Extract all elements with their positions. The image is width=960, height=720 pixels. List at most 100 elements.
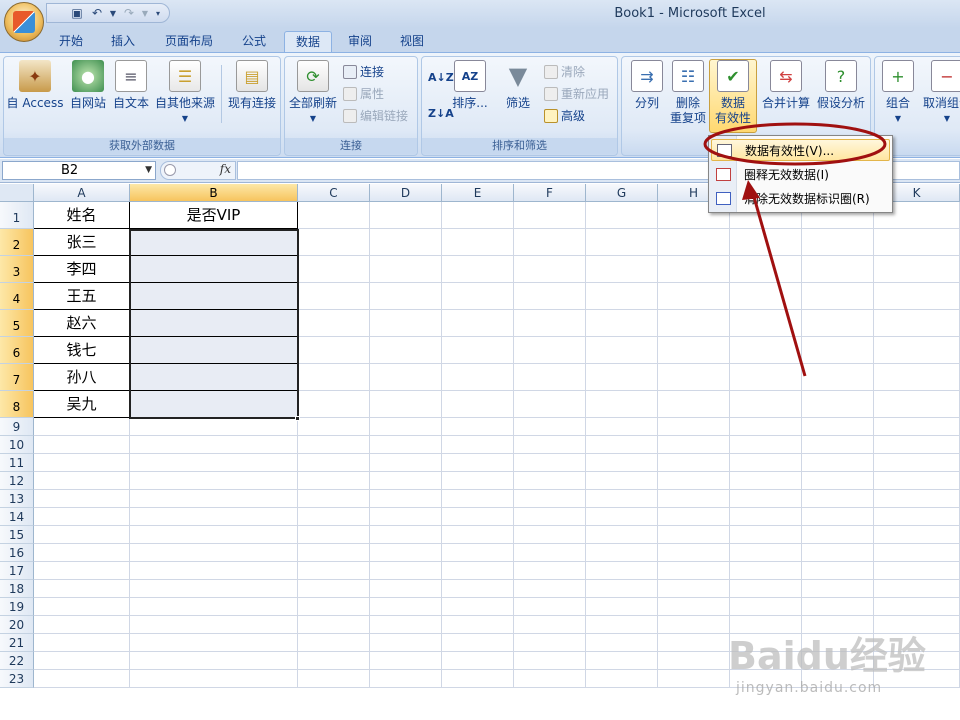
cell-f23[interactable] <box>514 670 586 688</box>
cell-i17[interactable] <box>730 562 802 580</box>
fill-handle[interactable] <box>295 416 300 421</box>
cell-h10[interactable] <box>658 436 730 454</box>
cell-b6[interactable] <box>130 337 298 364</box>
cell-a21[interactable] <box>34 634 130 652</box>
cell-e2[interactable] <box>442 229 514 256</box>
cell-b1[interactable]: 是否VIP <box>130 202 298 229</box>
column-header-b[interactable]: B <box>130 184 298 202</box>
cell-j3[interactable] <box>802 256 874 283</box>
cell-d16[interactable] <box>370 544 442 562</box>
from-text-button[interactable]: ≡ 自文本 <box>110 60 152 111</box>
cell-i11[interactable] <box>730 454 802 472</box>
cell-h7[interactable] <box>658 364 730 391</box>
cell-b23[interactable] <box>130 670 298 688</box>
cell-j7[interactable] <box>802 364 874 391</box>
cell-h12[interactable] <box>658 472 730 490</box>
cell-e17[interactable] <box>442 562 514 580</box>
cell-j17[interactable] <box>802 562 874 580</box>
cell-c2[interactable] <box>298 229 370 256</box>
cell-a16[interactable] <box>34 544 130 562</box>
cell-d13[interactable] <box>370 490 442 508</box>
connections-button[interactable]: 连接 <box>343 63 384 80</box>
cell-h3[interactable] <box>658 256 730 283</box>
cell-k7[interactable] <box>874 364 960 391</box>
cell-c7[interactable] <box>298 364 370 391</box>
cell-e6[interactable] <box>442 337 514 364</box>
cell-h15[interactable] <box>658 526 730 544</box>
cell-c14[interactable] <box>298 508 370 526</box>
ungroup-button[interactable]: − 取消组合 ▼ <box>919 60 960 126</box>
cell-d8[interactable] <box>370 391 442 418</box>
cell-e16[interactable] <box>442 544 514 562</box>
cell-c1[interactable] <box>298 202 370 229</box>
cell-d2[interactable] <box>370 229 442 256</box>
cell-g18[interactable] <box>586 580 658 598</box>
row-header-9[interactable]: 9 <box>0 418 34 436</box>
cell-j19[interactable] <box>802 598 874 616</box>
cell-e11[interactable] <box>442 454 514 472</box>
insert-function-button[interactable]: fx <box>220 162 231 176</box>
cell-c20[interactable] <box>298 616 370 634</box>
cell-j16[interactable] <box>802 544 874 562</box>
cell-h11[interactable] <box>658 454 730 472</box>
name-box[interactable]: B2 ▼ <box>2 161 156 180</box>
cell-e12[interactable] <box>442 472 514 490</box>
cancel-icon[interactable] <box>164 164 176 176</box>
cell-e8[interactable] <box>442 391 514 418</box>
cell-h21[interactable] <box>658 634 730 652</box>
cell-g20[interactable] <box>586 616 658 634</box>
cell-b9[interactable] <box>130 418 298 436</box>
cell-b18[interactable] <box>130 580 298 598</box>
cell-i14[interactable] <box>730 508 802 526</box>
remove-duplicates-button[interactable]: ☷ 删除 重复项 <box>668 60 708 126</box>
cell-j10[interactable] <box>802 436 874 454</box>
cell-g10[interactable] <box>586 436 658 454</box>
row-header-20[interactable]: 20 <box>0 616 34 634</box>
cell-g6[interactable] <box>586 337 658 364</box>
cell-a12[interactable] <box>34 472 130 490</box>
edit-links-button[interactable]: 编辑链接 <box>343 107 408 124</box>
row-header-15[interactable]: 15 <box>0 526 34 544</box>
cell-h2[interactable] <box>658 229 730 256</box>
row-header-22[interactable]: 22 <box>0 652 34 670</box>
cell-k11[interactable] <box>874 454 960 472</box>
cell-g2[interactable] <box>586 229 658 256</box>
cell-a23[interactable] <box>34 670 130 688</box>
cell-k2[interactable] <box>874 229 960 256</box>
cell-c11[interactable] <box>298 454 370 472</box>
cell-k9[interactable] <box>874 418 960 436</box>
cell-i6[interactable] <box>730 337 802 364</box>
cell-a20[interactable] <box>34 616 130 634</box>
cell-g12[interactable] <box>586 472 658 490</box>
cell-h17[interactable] <box>658 562 730 580</box>
row-header-12[interactable]: 12 <box>0 472 34 490</box>
cell-e13[interactable] <box>442 490 514 508</box>
cell-h16[interactable] <box>658 544 730 562</box>
cell-i18[interactable] <box>730 580 802 598</box>
tab-view[interactable]: 视图 <box>389 31 435 52</box>
cell-h14[interactable] <box>658 508 730 526</box>
reapply-button[interactable]: 重新应用 <box>544 85 609 102</box>
cell-b22[interactable] <box>130 652 298 670</box>
filter-button[interactable]: ▼ 筛选 <box>498 60 538 111</box>
cell-g5[interactable] <box>586 310 658 337</box>
cell-d21[interactable] <box>370 634 442 652</box>
cell-d14[interactable] <box>370 508 442 526</box>
cell-e22[interactable] <box>442 652 514 670</box>
row-header-23[interactable]: 23 <box>0 670 34 688</box>
cell-k5[interactable] <box>874 310 960 337</box>
cell-b2[interactable] <box>130 229 298 256</box>
column-header-c[interactable]: C <box>298 184 370 202</box>
cell-g3[interactable] <box>586 256 658 283</box>
cell-f18[interactable] <box>514 580 586 598</box>
cell-k15[interactable] <box>874 526 960 544</box>
cell-g1[interactable] <box>586 202 658 229</box>
tab-data[interactable]: 数据 <box>284 31 333 52</box>
menu-item-clear-circles[interactable]: 清除无效数据标识圈(R) <box>711 188 890 210</box>
cell-f14[interactable] <box>514 508 586 526</box>
cell-e7[interactable] <box>442 364 514 391</box>
cell-k10[interactable] <box>874 436 960 454</box>
cell-g14[interactable] <box>586 508 658 526</box>
cell-c9[interactable] <box>298 418 370 436</box>
cell-e20[interactable] <box>442 616 514 634</box>
